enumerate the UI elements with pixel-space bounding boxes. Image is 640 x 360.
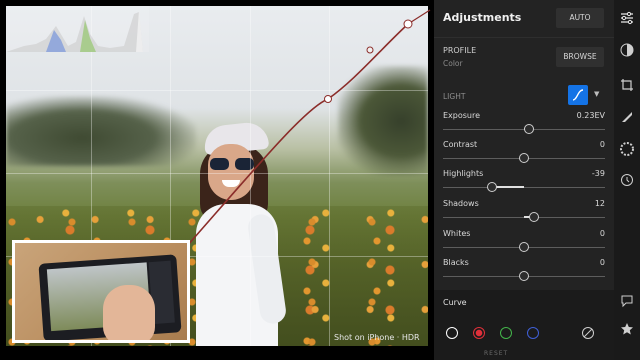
slider-value[interactable]: 0 bbox=[600, 258, 605, 267]
right-toolbar bbox=[614, 0, 640, 360]
history-icon[interactable] bbox=[619, 172, 635, 188]
slider-label: Shadows bbox=[443, 199, 479, 208]
slider-exposure[interactable]: Exposure 0.23EV bbox=[434, 110, 614, 139]
browse-button[interactable]: BROWSE bbox=[556, 47, 604, 67]
panel-title: Adjustments bbox=[443, 11, 522, 24]
photo-watermark: Shot on iPhone · HDR bbox=[334, 333, 420, 342]
curve-point[interactable] bbox=[366, 46, 374, 54]
slider-track[interactable] bbox=[443, 187, 605, 188]
slider-thumb[interactable] bbox=[486, 182, 497, 192]
star-icon[interactable] bbox=[619, 321, 635, 337]
luminance-channel-button[interactable] bbox=[446, 327, 458, 339]
curve-section: Curve bbox=[434, 290, 614, 360]
auto-button[interactable]: AUTO bbox=[556, 8, 604, 28]
slider-value[interactable]: 0.23EV bbox=[577, 111, 605, 120]
chevron-down-icon[interactable]: ▼ bbox=[594, 90, 599, 98]
picture-in-picture-video bbox=[12, 240, 190, 343]
profile-label: PROFILE bbox=[443, 46, 477, 55]
curve-icon bbox=[572, 89, 584, 101]
reset-hint[interactable]: RESET bbox=[484, 350, 508, 357]
panel-header: Adjustments AUTO bbox=[434, 0, 614, 38]
light-section-header[interactable]: LIGHT ▼ bbox=[434, 80, 614, 108]
slider-thumb[interactable] bbox=[528, 212, 539, 222]
slider-thumb[interactable] bbox=[523, 124, 534, 134]
green-channel-button[interactable] bbox=[500, 327, 512, 339]
curve-toggle-button[interactable] bbox=[568, 85, 588, 105]
color-circle-icon[interactable] bbox=[619, 42, 635, 58]
slider-label: Highlights bbox=[443, 169, 484, 178]
aperture-icon[interactable] bbox=[619, 141, 635, 157]
slider-value[interactable]: 12 bbox=[595, 199, 605, 208]
curve-label: Curve bbox=[443, 298, 467, 307]
photo-canvas[interactable]: Shot on iPhone · HDR bbox=[0, 0, 434, 360]
profile-value: Color bbox=[443, 59, 463, 68]
sliders-icon[interactable] bbox=[619, 10, 635, 26]
slider-label: Blacks bbox=[443, 258, 469, 267]
red-channel-button[interactable] bbox=[473, 327, 485, 339]
slider-thumb[interactable] bbox=[519, 242, 529, 252]
slider-label: Whites bbox=[443, 229, 471, 238]
slider-label: Contrast bbox=[443, 140, 478, 149]
comment-icon[interactable] bbox=[619, 293, 635, 309]
slider-thumb[interactable] bbox=[519, 153, 529, 163]
slider-highlights[interactable]: Highlights -39 bbox=[434, 168, 614, 197]
slider-value[interactable]: 0 bbox=[600, 140, 605, 149]
slider-contrast[interactable]: Contrast 0 bbox=[434, 139, 614, 168]
blue-channel-button[interactable] bbox=[527, 327, 539, 339]
targeted-adjustment-icon[interactable] bbox=[581, 326, 595, 340]
healing-brush-icon[interactable] bbox=[619, 109, 635, 125]
light-label: LIGHT bbox=[443, 92, 466, 101]
slider-thumb[interactable] bbox=[519, 271, 529, 281]
slider-value[interactable]: 0 bbox=[600, 229, 605, 238]
slider-label: Exposure bbox=[443, 111, 481, 120]
curve-point[interactable] bbox=[324, 95, 332, 103]
slider-blacks[interactable]: Blacks 0 bbox=[434, 257, 614, 286]
slider-shadows[interactable]: Shadows 12 bbox=[434, 198, 614, 227]
crop-rotate-icon[interactable] bbox=[619, 77, 635, 93]
slider-whites[interactable]: Whites 0 bbox=[434, 228, 614, 257]
slider-value[interactable]: -39 bbox=[592, 169, 605, 178]
adjustments-panel: Adjustments AUTO PROFILE Color BROWSE LI… bbox=[434, 0, 614, 360]
curve-endpoint[interactable] bbox=[403, 19, 413, 29]
app-window: Shot on iPhone · HDR Adjustments AUTO PR… bbox=[0, 0, 640, 360]
